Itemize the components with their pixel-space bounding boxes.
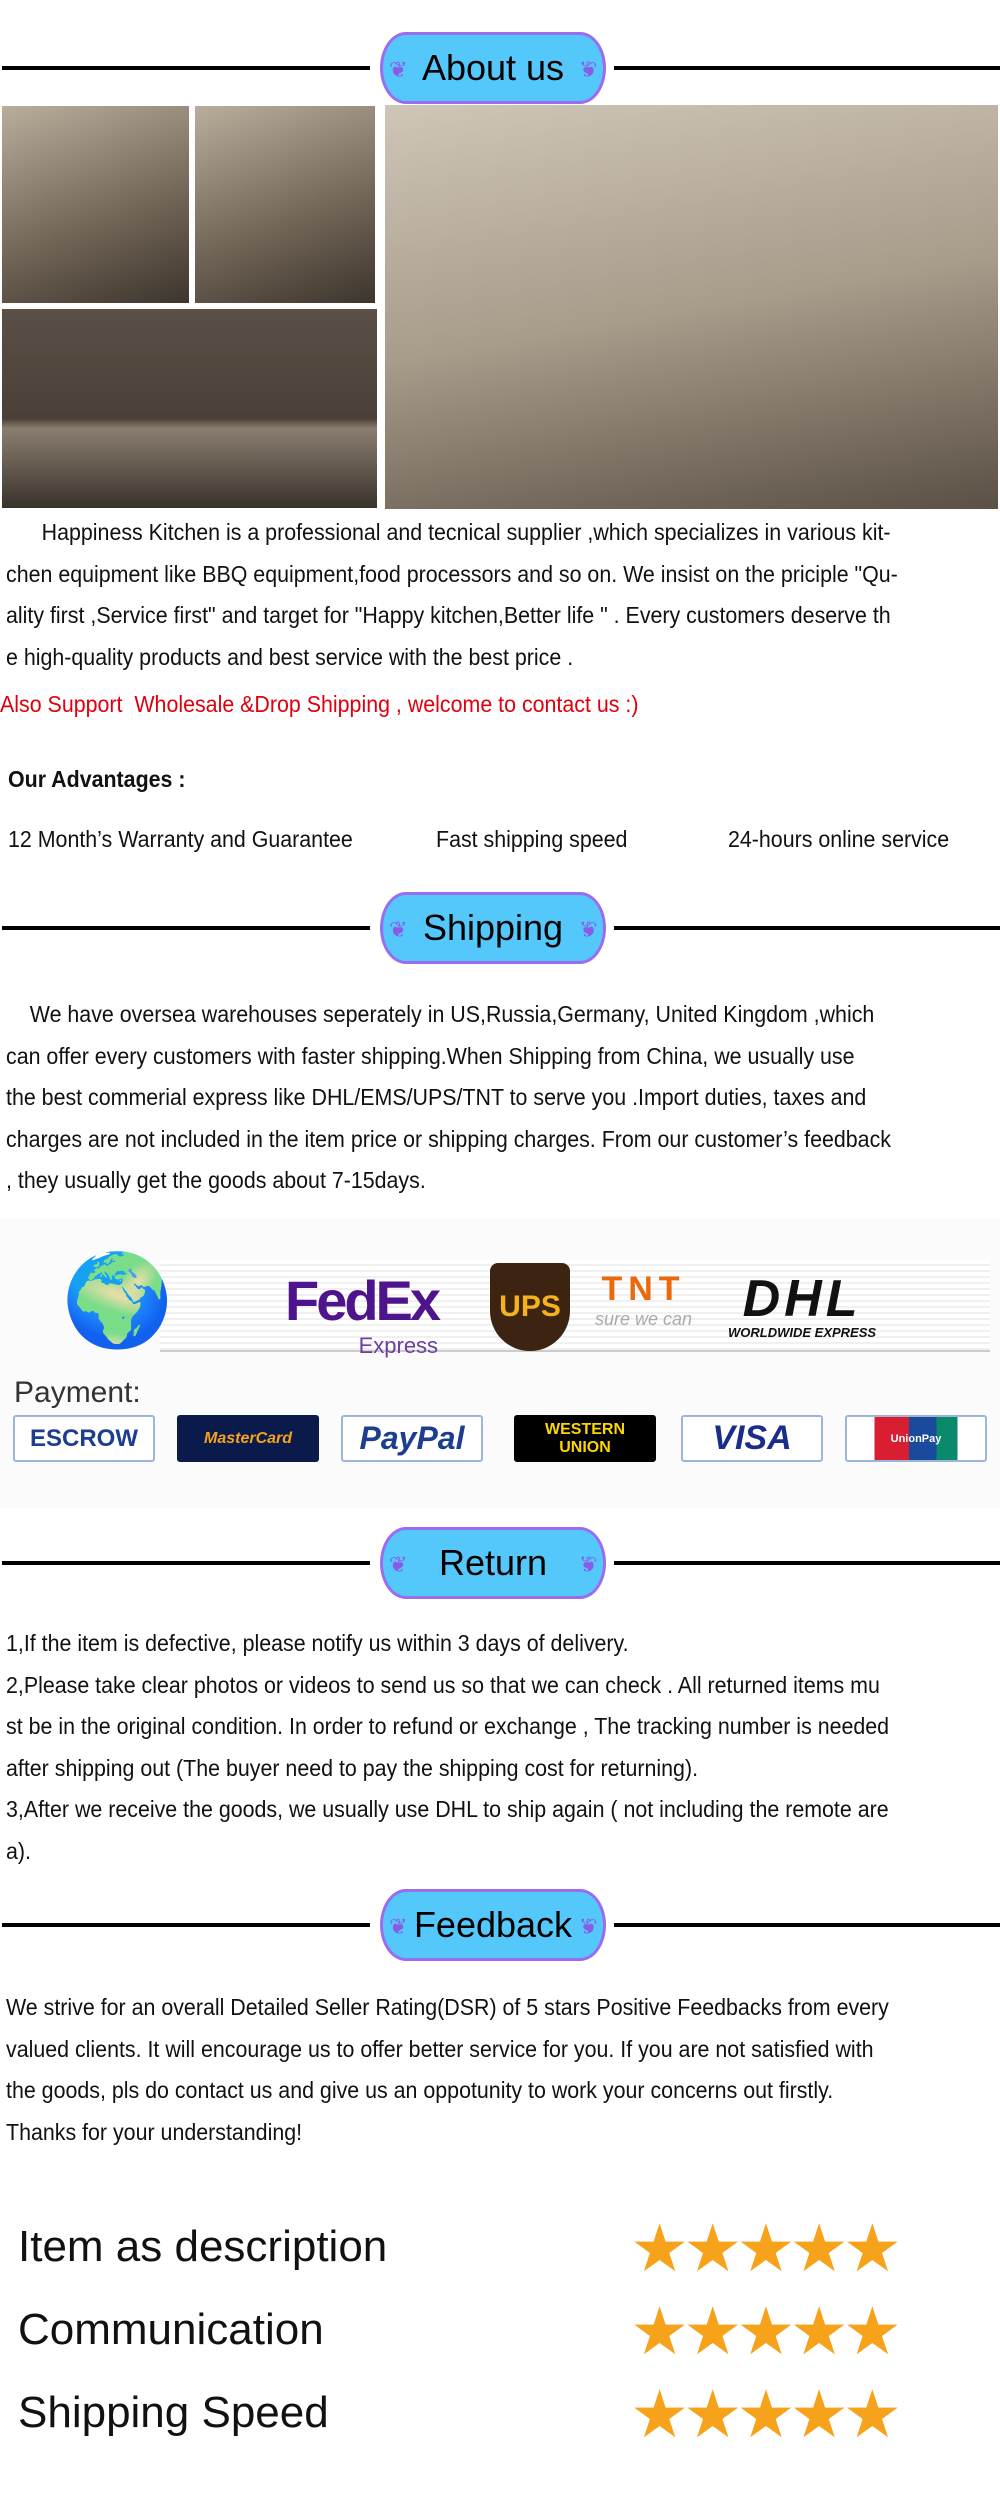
- text-line: can offer every customers with faster sh…: [6, 1042, 855, 1069]
- text-line: after shipping out (The buyer need to pa…: [6, 1754, 699, 1781]
- fedex-sub: Express: [358, 1333, 439, 1358]
- payment-paypal: PayPal: [341, 1415, 483, 1462]
- globe-plane-icon: 🌍: [61, 1251, 174, 1351]
- text-line: ality first ,Service first" and target f…: [6, 602, 891, 628]
- star-rating: ★★★★★: [630, 2381, 902, 2447]
- advantages-title: Our Advantages :: [8, 766, 186, 792]
- text-line: 2,Please take clear photos or videos to …: [6, 1671, 880, 1698]
- section-banner: About us: [380, 32, 606, 104]
- text-line: 1,If the item is defective, please notif…: [6, 1630, 629, 1656]
- warehouse-photo: [2, 106, 189, 303]
- star-icon: ★: [789, 2294, 849, 2368]
- divider: [2, 1561, 370, 1565]
- star-icon: ★: [683, 2211, 742, 2285]
- star-icon: ★: [736, 2211, 795, 2285]
- rating-label: Shipping Speed: [18, 2388, 329, 2437]
- section-banner: Return: [380, 1527, 606, 1599]
- divider: [614, 1923, 1000, 1927]
- divider: [614, 1561, 1000, 1565]
- section-banner: Feedback: [380, 1889, 606, 1961]
- payment-mastercard: MasterCard: [177, 1415, 319, 1462]
- divider: [2, 66, 370, 70]
- star-icon: ★: [683, 2377, 742, 2451]
- text-line: e high-quality products and best service…: [6, 643, 574, 670]
- about-paragraph: Happiness Kitchen is a professional and …: [6, 512, 898, 678]
- about-header: About us: [0, 32, 1000, 104]
- shipping-payment-banner: 🌍 FedEx Express UPS TNT sure we can DHL …: [0, 1218, 1000, 1508]
- star-icon: ★: [789, 2377, 849, 2451]
- divider: [2, 1923, 370, 1927]
- star-rating: ★★★★★: [630, 2298, 902, 2364]
- ups-logo: UPS: [490, 1263, 570, 1351]
- star-icon: ★: [683, 2294, 742, 2368]
- text-line: the best commerial express like DHL/EMS/…: [6, 1084, 867, 1110]
- factory-building-photo: [2, 309, 377, 508]
- divider: [2, 926, 370, 930]
- feedback-text: We strive for an overall Detailed Seller…: [6, 1987, 889, 2153]
- payment-label: Payment:: [14, 1376, 141, 1409]
- return-header: Return: [0, 1527, 1000, 1599]
- star-icon: ★: [842, 2211, 902, 2285]
- shipping-paragraph: We have oversea warehouses seperately in…: [6, 994, 891, 1202]
- fedex-text: FedEx: [285, 1269, 441, 1332]
- advantage-item: 12 Month’s Warranty and Guarantee: [8, 826, 353, 852]
- rating-label: Item as description: [18, 2222, 388, 2271]
- dhl-text: DHL: [742, 1270, 862, 1328]
- text-line: We strive for an overall Detailed Seller…: [6, 1994, 889, 2020]
- text-line: We have oversea warehouses seperately in…: [6, 1001, 875, 1027]
- star-icon: ★: [630, 2377, 689, 2451]
- divider: [614, 926, 1000, 930]
- text-line: 3,After we receive the goods, we usually…: [6, 1796, 889, 1822]
- production-line-photo: [195, 106, 375, 303]
- shipping-header: Shipping: [0, 892, 1000, 964]
- payment-visa: VISA: [681, 1415, 823, 1462]
- kitchen-photo: [385, 105, 998, 509]
- payment-escrow: ESCROW: [13, 1415, 155, 1462]
- payment-western-union: WESTERN UNION: [514, 1415, 656, 1462]
- dhl-sub: WORLDWIDE EXPRESS: [728, 1325, 877, 1340]
- tnt-text: TNT: [601, 1270, 686, 1308]
- star-icon: ★: [630, 2294, 689, 2368]
- star-icon: ★: [842, 2294, 902, 2368]
- promo-text: Also Support Wholesale &Drop Shipping , …: [0, 691, 639, 717]
- text-line: charges are not included in the item pri…: [6, 1125, 891, 1152]
- star-icon: ★: [630, 2211, 689, 2285]
- payment-unionpay: UnionPay: [845, 1415, 987, 1462]
- star-icon: ★: [736, 2377, 795, 2451]
- text-line: st be in the original condition. In orde…: [6, 1713, 890, 1739]
- text-line: the goods, pls do contact us and give us…: [6, 2077, 834, 2103]
- return-text: 1,If the item is defective, please notif…: [6, 1623, 889, 1872]
- text-line: valued clients. It will encourage us to …: [6, 2035, 874, 2062]
- star-icon: ★: [736, 2294, 795, 2368]
- divider: [614, 66, 1000, 70]
- tnt-sub: sure we can: [595, 1309, 693, 1329]
- text-line: a).: [6, 1837, 31, 1864]
- text-line: , they usually get the goods about 7-15d…: [6, 1167, 426, 1193]
- advantage-item: Fast shipping speed: [436, 826, 628, 852]
- tnt-logo: TNT sure we can: [595, 1270, 692, 1330]
- text-line: Happiness Kitchen is a professional and …: [6, 519, 891, 545]
- rating-label: Communication: [18, 2305, 324, 2354]
- star-icon: ★: [789, 2211, 849, 2285]
- dhl-logo: DHL WORLDWIDE EXPRESS: [728, 1273, 876, 1340]
- advantage-item: 24-hours online service: [728, 826, 950, 852]
- section-banner: Shipping: [380, 892, 606, 964]
- text-line: chen equipment like BBQ equipment,food p…: [6, 560, 898, 587]
- feedback-header: Feedback: [0, 1889, 1000, 1961]
- fedex-logo: FedEx Express: [285, 1268, 441, 1359]
- star-rating: ★★★★★: [630, 2215, 902, 2281]
- text-line: Thanks for your understanding!: [6, 2118, 303, 2145]
- star-icon: ★: [842, 2377, 902, 2451]
